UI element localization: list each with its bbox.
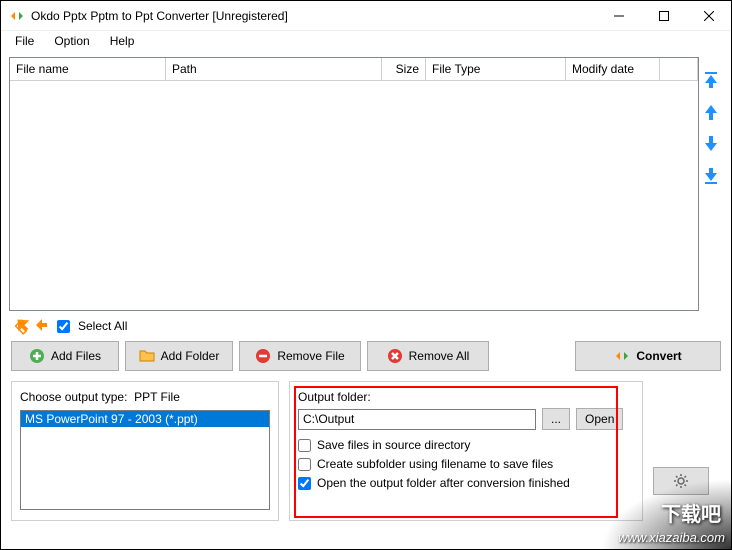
open-after-checkbox[interactable] xyxy=(298,477,311,490)
select-all-row: Select All xyxy=(9,311,723,341)
create-subfolder-checkbox[interactable] xyxy=(298,458,311,471)
settings-button[interactable] xyxy=(653,467,709,495)
add-folder-button[interactable]: Add Folder xyxy=(125,341,233,371)
convert-label: Convert xyxy=(636,349,681,363)
up-arrow-orange-icon xyxy=(31,317,49,335)
close-icon xyxy=(704,11,714,21)
output-folder-input[interactable] xyxy=(298,409,536,430)
folder-icon xyxy=(139,348,155,364)
output-type-list[interactable]: MS PowerPoint 97 - 2003 (*.ppt) xyxy=(20,410,270,510)
highlight-box xyxy=(294,386,618,518)
settings-column xyxy=(653,381,721,521)
add-files-label: Add Files xyxy=(51,349,101,363)
output-folder-panel: Output folder: ... Open Save files in so… xyxy=(289,381,643,521)
convert-button[interactable]: Convert xyxy=(575,341,721,371)
open-after-label: Open the output folder after conversion … xyxy=(317,476,570,490)
col-spacer xyxy=(660,58,698,80)
remove-file-label: Remove File xyxy=(277,349,344,363)
menu-help[interactable]: Help xyxy=(102,32,143,50)
move-up-icon[interactable] xyxy=(703,103,719,121)
menu-file[interactable]: File xyxy=(7,32,42,50)
bottom-panels: Choose output type: PPT File MS PowerPoi… xyxy=(9,371,723,521)
output-type-item[interactable]: MS PowerPoint 97 - 2003 (*.ppt) xyxy=(21,411,269,427)
file-list-area: File name Path Size File Type Modify dat… xyxy=(9,57,723,311)
col-modifydate[interactable]: Modify date xyxy=(566,58,660,80)
create-subfolder-label: Create subfolder using filename to save … xyxy=(317,457,553,471)
gear-icon xyxy=(673,473,689,489)
select-all-label: Select All xyxy=(78,319,127,333)
file-list-header: File name Path Size File Type Modify dat… xyxy=(10,58,698,81)
app-icon xyxy=(9,8,25,24)
remove-all-label: Remove All xyxy=(409,349,470,363)
file-list-table[interactable]: File name Path Size File Type Modify dat… xyxy=(9,57,699,311)
close-button[interactable] xyxy=(686,1,731,30)
reorder-arrows xyxy=(699,57,723,311)
output-folder-label: Output folder: xyxy=(298,390,634,404)
plus-icon xyxy=(29,348,45,364)
col-path[interactable]: Path xyxy=(166,58,382,80)
maximize-button[interactable] xyxy=(641,1,686,30)
add-files-button[interactable]: Add Files xyxy=(11,341,119,371)
col-filename[interactable]: File name xyxy=(10,58,166,80)
save-in-source-checkbox[interactable] xyxy=(298,439,311,452)
col-filetype[interactable]: File Type xyxy=(426,58,566,80)
move-bottom-icon[interactable] xyxy=(703,167,719,185)
remove-file-button[interactable]: Remove File xyxy=(239,341,361,371)
col-size[interactable]: Size xyxy=(382,58,426,80)
output-type-panel: Choose output type: PPT File MS PowerPoi… xyxy=(11,381,279,521)
save-in-source-label: Save files in source directory xyxy=(317,438,470,452)
move-down-icon[interactable] xyxy=(703,135,719,153)
minimize-icon xyxy=(614,11,624,21)
move-top-icon[interactable] xyxy=(703,71,719,89)
minimize-button[interactable] xyxy=(596,1,641,30)
titlebar: Okdo Pptx Pptm to Ppt Converter [Unregis… xyxy=(1,1,731,31)
maximize-icon xyxy=(659,11,669,21)
remove-all-button[interactable]: Remove All xyxy=(367,341,489,371)
select-all-checkbox[interactable] xyxy=(57,320,70,333)
x-icon xyxy=(387,348,403,364)
add-folder-label: Add Folder xyxy=(161,349,220,363)
open-folder-button[interactable]: Open xyxy=(576,408,623,430)
browse-button[interactable]: ... xyxy=(542,408,570,430)
window-title: Okdo Pptx Pptm to Ppt Converter [Unregis… xyxy=(31,9,596,23)
convert-icon xyxy=(614,348,630,364)
minus-icon xyxy=(255,348,271,364)
action-button-row: Add Files Add Folder Remove File Remove … xyxy=(9,341,723,371)
menubar: File Option Help xyxy=(1,31,731,51)
menu-option[interactable]: Option xyxy=(46,32,97,50)
output-type-label: Choose output type: PPT File xyxy=(20,390,270,404)
